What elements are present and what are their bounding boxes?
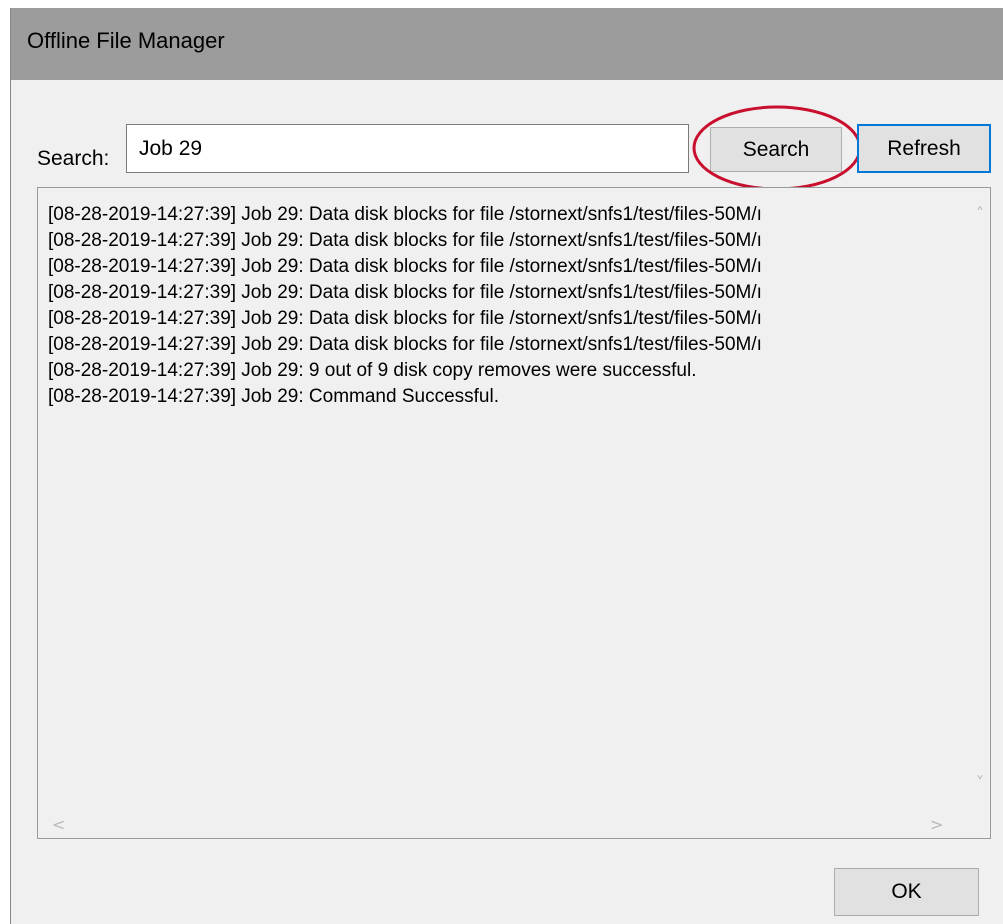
log-output-panel[interactable]: [08-28-2019-14:27:39] Job 29: Data disk … xyxy=(37,187,991,839)
offline-file-manager-dialog: Offline File Manager Search: Search Refr… xyxy=(10,8,1003,924)
log-line: [08-28-2019-14:27:39] Job 29: 9 out of 9… xyxy=(48,360,697,381)
log-line: [08-28-2019-14:27:39] Job 29: Data disk … xyxy=(48,256,762,277)
log-line: [08-28-2019-14:27:39] Job 29: Command Su… xyxy=(48,386,499,407)
scroll-left-icon[interactable]: < xyxy=(52,815,65,834)
search-button[interactable]: Search xyxy=(710,127,842,172)
log-line: [08-28-2019-14:27:39] Job 29: Data disk … xyxy=(48,334,762,355)
log-line: [08-28-2019-14:27:39] Job 29: Data disk … xyxy=(48,308,762,329)
scroll-down-icon[interactable]: ˅ xyxy=(976,773,984,792)
search-input[interactable] xyxy=(126,124,689,173)
window-title: Offline File Manager xyxy=(27,28,225,53)
horizontal-scrollbar[interactable]: < > xyxy=(38,810,966,838)
title-bar[interactable]: Offline File Manager xyxy=(11,8,1003,80)
ok-button[interactable]: OK xyxy=(834,868,979,916)
scroll-right-icon[interactable]: > xyxy=(930,815,943,834)
log-lines: [08-28-2019-14:27:39] Job 29: Data disk … xyxy=(48,202,948,410)
vertical-scrollbar[interactable]: ˄ ˅ xyxy=(966,188,990,810)
search-label: Search: xyxy=(37,147,110,170)
log-line: [08-28-2019-14:27:39] Job 29: Data disk … xyxy=(48,230,762,251)
scroll-up-icon[interactable]: ˄ xyxy=(976,204,984,223)
log-line: [08-28-2019-14:27:39] Job 29: Data disk … xyxy=(48,204,762,225)
refresh-button[interactable]: Refresh xyxy=(857,124,991,173)
scrollbar-corner xyxy=(966,810,990,838)
log-line: [08-28-2019-14:27:39] Job 29: Data disk … xyxy=(48,282,762,303)
